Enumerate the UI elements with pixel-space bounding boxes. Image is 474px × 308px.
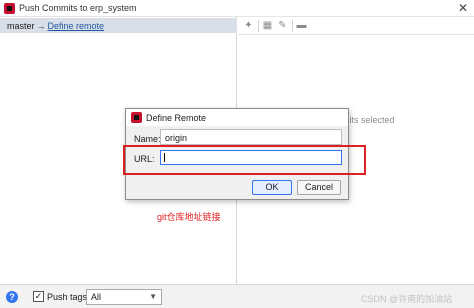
- toolbar-separator: [258, 20, 259, 32]
- branch-compare-icon[interactable]: ✦: [243, 20, 254, 31]
- push-tags-checkbox[interactable]: ✓: [33, 291, 44, 302]
- url-highlight-box: [123, 145, 366, 175]
- dialog-title-bar: Define Remote: [126, 109, 348, 126]
- save-icon[interactable]: ▬: [296, 20, 307, 31]
- name-label: Name:: [134, 134, 161, 144]
- ok-button[interactable]: OK: [252, 180, 292, 195]
- window-title: Push Commits to erp_system: [19, 3, 137, 13]
- dialog-title: Define Remote: [146, 113, 207, 123]
- tags-dropdown[interactable]: All ▼: [86, 289, 162, 305]
- empty-state-text: mits selected: [342, 115, 395, 125]
- bottom-bar: ? ✓ Push tags: All ▼ CSDN @许南的加油站: [0, 284, 474, 308]
- close-button[interactable]: ✕: [455, 1, 471, 16]
- grid-icon[interactable]: ▦: [262, 20, 273, 31]
- title-bar: Push Commits to erp_system ✕: [0, 0, 474, 17]
- annotation-text: git仓库地址链接: [157, 212, 221, 222]
- edit-icon[interactable]: ✎: [277, 20, 288, 31]
- cancel-button[interactable]: Cancel: [297, 180, 341, 195]
- details-toolbar: ✦ ▦ ✎ ▬: [238, 17, 474, 35]
- name-input[interactable]: origin: [160, 129, 342, 145]
- define-remote-link[interactable]: Define remote: [48, 21, 105, 31]
- toolbar-separator: [292, 20, 293, 32]
- chevron-down-icon: ▼: [149, 292, 157, 301]
- arrow-icon: →: [36, 21, 46, 31]
- tags-dropdown-value: All: [91, 292, 102, 302]
- watermark: CSDN @许南的加油站: [361, 294, 453, 304]
- push-tags-label: Push tags:: [47, 292, 90, 302]
- app-logo-icon: [4, 3, 15, 14]
- help-icon[interactable]: ?: [6, 291, 18, 303]
- branch-name: master: [7, 21, 35, 31]
- branch-row[interactable]: master → Define remote: [0, 18, 237, 33]
- app-logo-icon: [131, 112, 142, 123]
